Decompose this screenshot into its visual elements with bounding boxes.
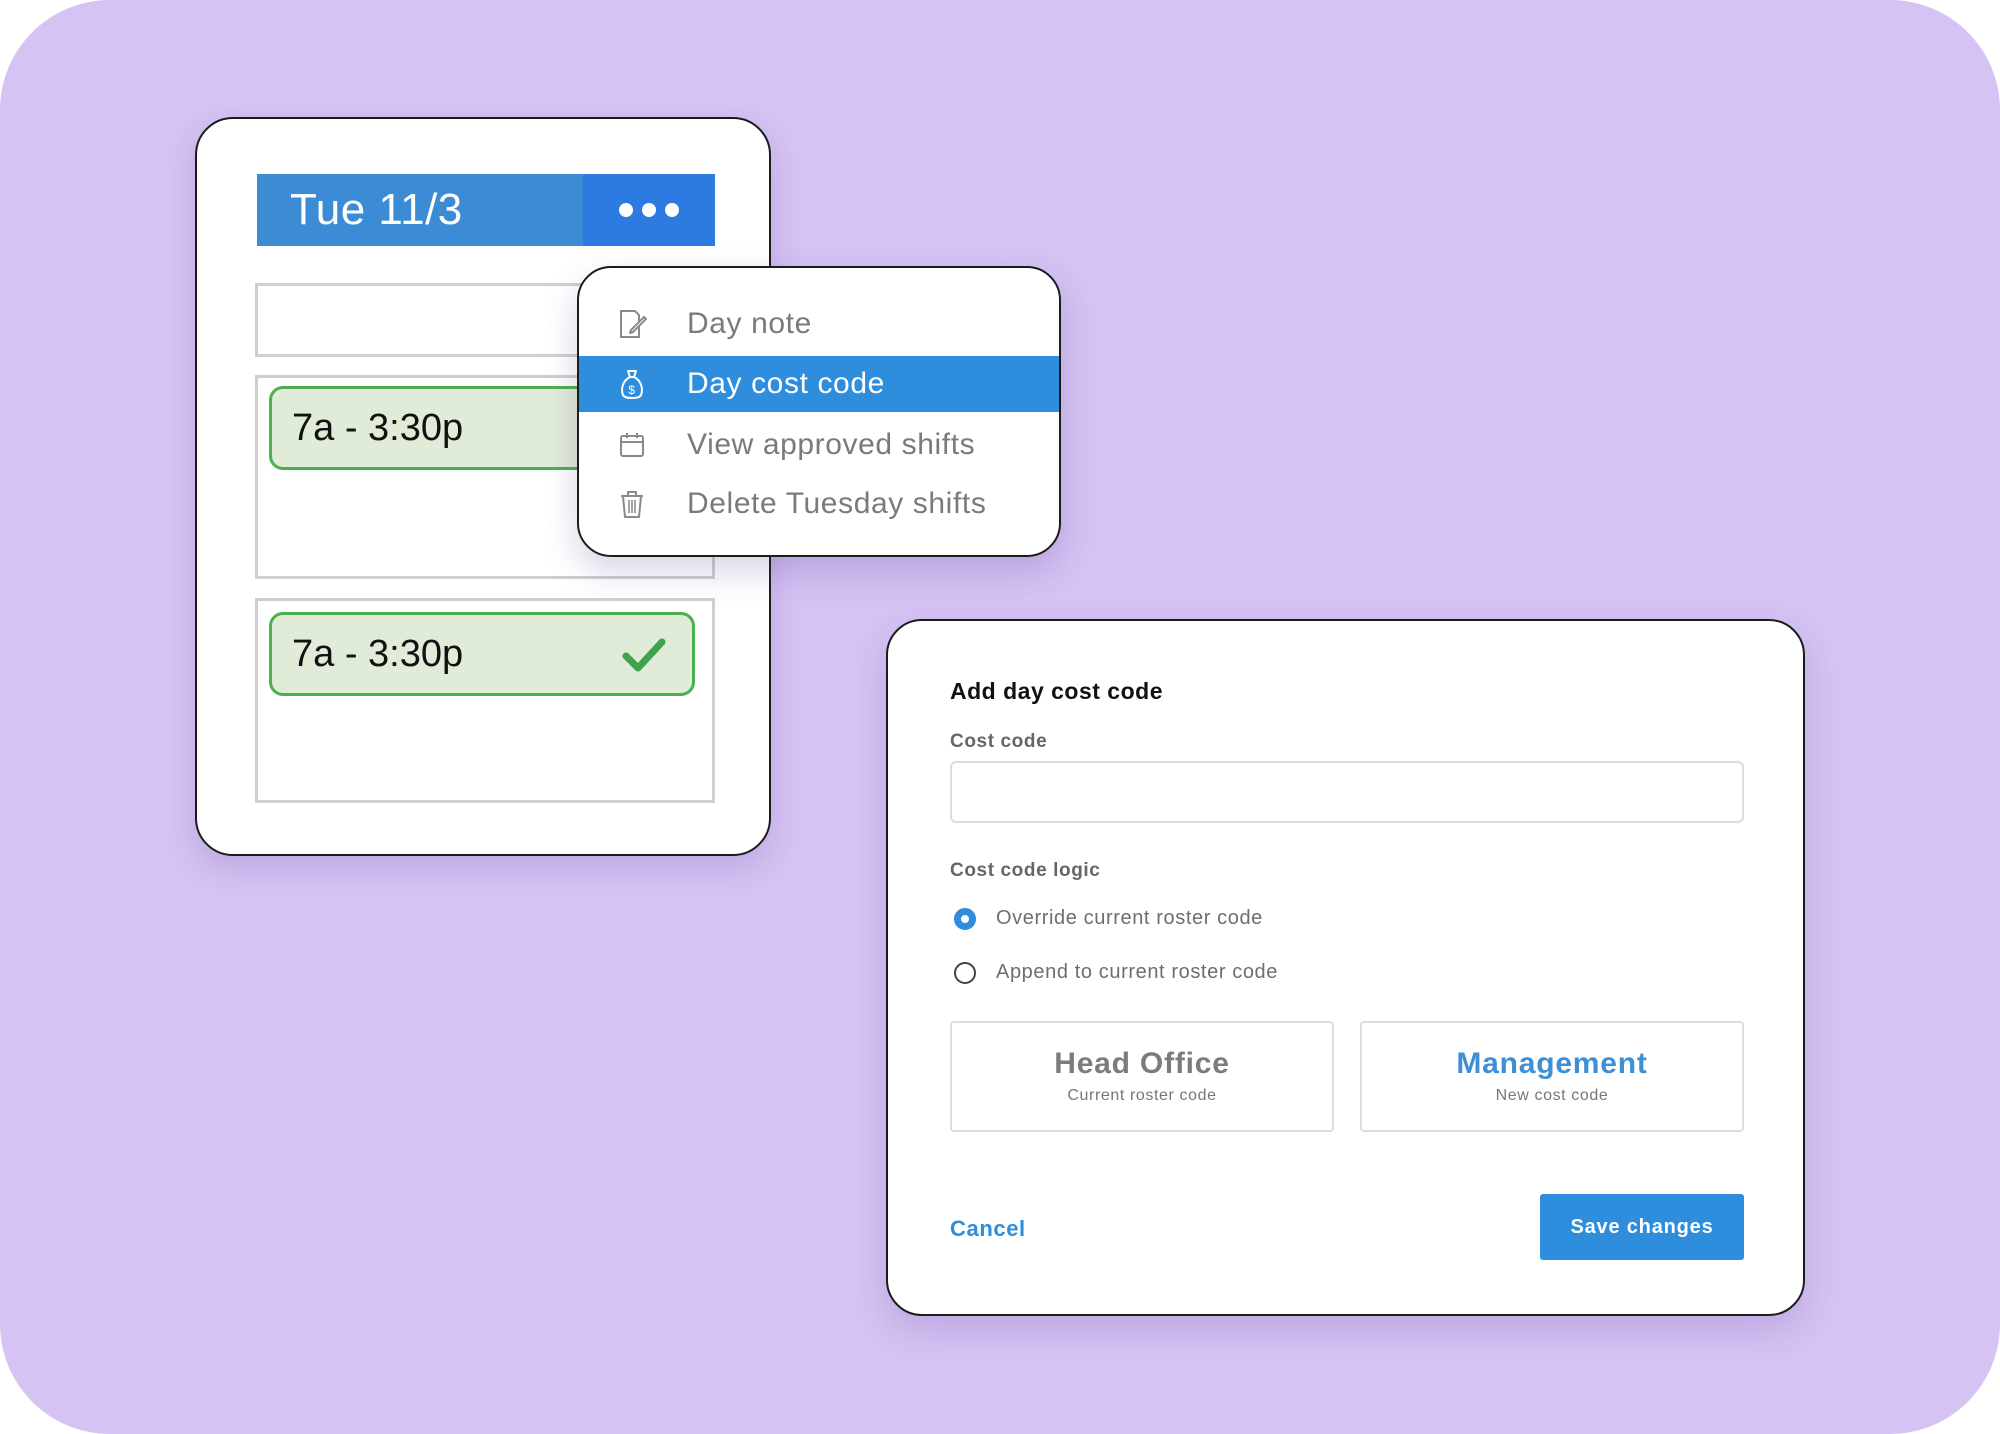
ellipsis-icon: [642, 203, 656, 217]
cost-code-label: Cost code: [950, 731, 1048, 752]
day-context-menu: Day note $ Day cost code View approved s…: [577, 266, 1061, 557]
menu-item-label: View approved shifts: [687, 428, 976, 461]
menu-item-day-note[interactable]: Day note: [579, 296, 1059, 352]
trash-icon: [617, 487, 647, 521]
note-edit-icon: [617, 307, 647, 341]
svg-text:$: $: [628, 383, 635, 397]
shift-time: 7a - 3:30p: [292, 406, 464, 449]
menu-item-day-cost-code[interactable]: $ Day cost code: [579, 356, 1059, 412]
shift-block-approved[interactable]: 7a - 3:30p: [269, 612, 695, 696]
day-title: Tue 11/3: [290, 185, 463, 234]
calendar-icon: [617, 428, 647, 462]
current-roster-code-card: Head Office Current roster code: [950, 1021, 1334, 1132]
save-changes-button[interactable]: Save changes: [1540, 1194, 1744, 1260]
menu-item-label: Delete Tuesday shifts: [687, 487, 987, 520]
menu-item-view-approved-shifts[interactable]: View approved shifts: [579, 417, 1059, 473]
add-cost-code-dialog: Add day cost code Cost code Cost code lo…: [886, 619, 1805, 1316]
checkmark-icon: [622, 638, 666, 672]
day-header: Tue 11/3: [257, 174, 715, 246]
radio-append-roster-code[interactable]: Append to current roster code: [954, 961, 1278, 984]
more-options-button[interactable]: [583, 174, 715, 246]
radio-override-roster-code[interactable]: Override current roster code: [954, 907, 1263, 930]
new-cost-code-card: Management New cost code: [1360, 1021, 1744, 1132]
ellipsis-icon: [665, 203, 679, 217]
new-code-name: Management: [1456, 1047, 1648, 1080]
background-canvas: Tue 11/3 7a - 3:30p 7a - 3:30p Day note …: [0, 0, 2000, 1434]
cost-code-input[interactable]: [950, 761, 1744, 823]
current-code-caption: Current roster code: [1067, 1087, 1217, 1104]
menu-item-label: Day note: [687, 307, 812, 340]
ellipsis-icon: [619, 203, 633, 217]
money-bag-icon: $: [617, 367, 647, 401]
current-code-name: Head Office: [1054, 1047, 1230, 1080]
cancel-button[interactable]: Cancel: [950, 1216, 1026, 1242]
new-code-caption: New cost code: [1495, 1087, 1609, 1104]
radio-button-selected[interactable]: [954, 907, 976, 930]
menu-item-label: Day cost code: [687, 367, 885, 400]
radio-button[interactable]: [954, 961, 976, 984]
menu-item-delete-tuesday-shifts[interactable]: Delete Tuesday shifts: [579, 476, 1059, 532]
dialog-title: Add day cost code: [950, 678, 1163, 704]
radio-label: Append to current roster code: [996, 961, 1278, 983]
cost-code-logic-label: Cost code logic: [950, 860, 1101, 881]
shift-time: 7a - 3:30p: [292, 632, 464, 675]
radio-label: Override current roster code: [996, 907, 1263, 929]
